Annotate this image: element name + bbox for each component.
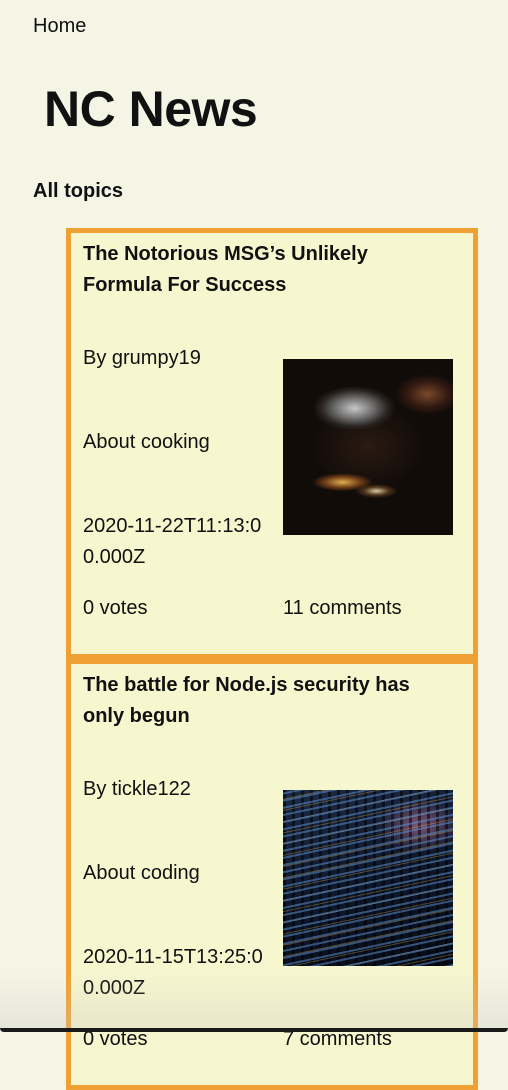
article-card[interactable]: The battle for Node.js security has only… (66, 659, 478, 1090)
article-comments: 11 comments (283, 597, 402, 619)
window-bottom-edge (0, 1028, 508, 1032)
article-title[interactable]: The Notorious MSG’s Unlikely Formula For… (83, 239, 423, 301)
article-card[interactable]: The Notorious MSG’s Unlikely Formula For… (66, 228, 478, 659)
all-topics-link[interactable]: All topics (33, 178, 123, 204)
page-title: NC News (44, 81, 258, 137)
article-topic: About cooking (83, 431, 210, 453)
article-title[interactable]: The battle for Node.js security has only… (83, 670, 423, 732)
cooking-photo (283, 359, 453, 535)
article-votes: 0 votes (83, 597, 148, 619)
home-link[interactable]: Home (33, 13, 86, 39)
article-image (283, 790, 453, 966)
article-author: By tickle122 (83, 778, 191, 800)
article-author: By grumpy19 (83, 347, 201, 369)
article-topic: About coding (83, 862, 200, 884)
code-screen-photo (283, 790, 453, 966)
article-date: 2020-11-15T13:25:00.000Z (83, 946, 263, 999)
article-date: 2020-11-22T11:13:00.000Z (83, 515, 262, 568)
article-list: The Notorious MSG’s Unlikely Formula For… (66, 228, 478, 1090)
article-image (283, 359, 453, 535)
